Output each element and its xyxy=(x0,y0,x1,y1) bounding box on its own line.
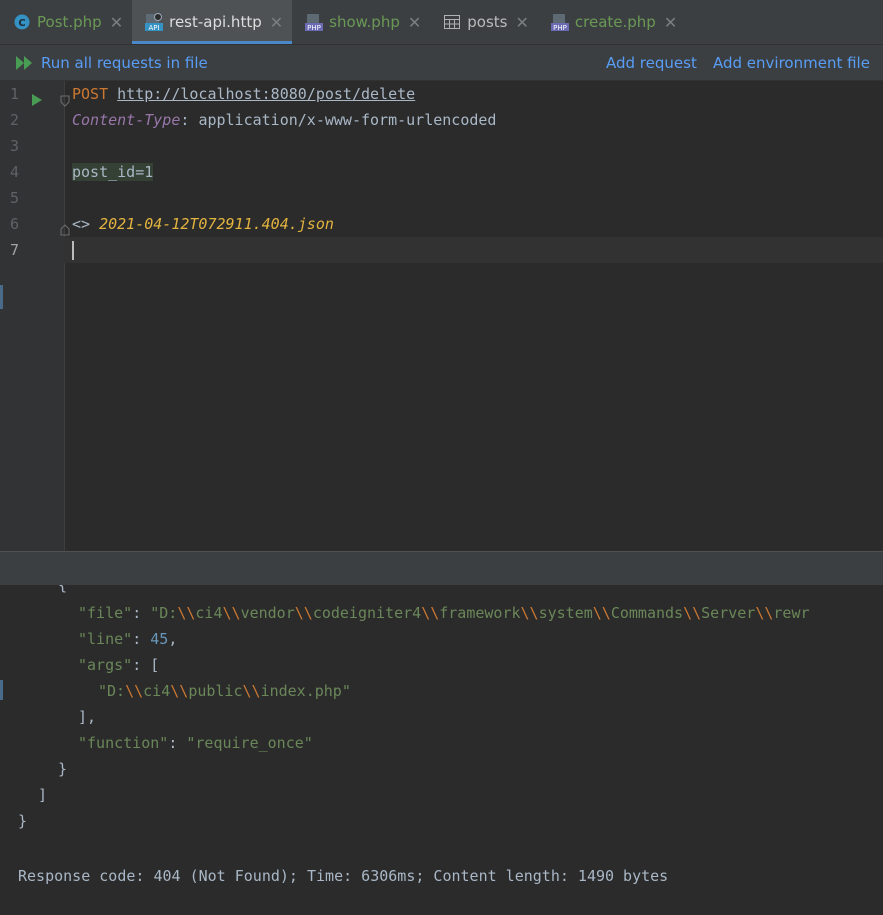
scroll-marker xyxy=(0,680,3,700)
tab-label: Post.php xyxy=(37,13,102,31)
editor-line: 7 xyxy=(0,237,883,263)
php-file-icon: PHP xyxy=(305,13,324,31)
tab-label: rest-api.http xyxy=(169,13,262,31)
close-icon[interactable]: ✕ xyxy=(110,13,123,32)
php-class-icon: C xyxy=(13,13,31,31)
http-client-toolbar: Run all requests in file Add request Add… xyxy=(0,45,883,81)
console-line: "file": "D:\\ci4\\vendor\\codeigniter4\\… xyxy=(78,604,810,622)
tab-posts[interactable]: posts ✕ xyxy=(430,0,538,44)
line-number: 5 xyxy=(10,189,20,207)
table-icon xyxy=(443,13,461,31)
run-all-icon xyxy=(16,55,33,70)
run-all-requests-button[interactable]: Run all requests in file xyxy=(16,45,208,80)
editor-line: 5 xyxy=(0,185,883,211)
response-ref-prefix: <> xyxy=(72,215,100,233)
panel-splitter[interactable] xyxy=(0,551,883,586)
console-line: { xyxy=(58,585,68,594)
close-icon[interactable]: ✕ xyxy=(408,13,421,32)
add-environment-file-link[interactable]: Add environment file xyxy=(713,45,870,80)
editor-line: 3 xyxy=(0,133,883,159)
response-file-link[interactable]: 2021-04-12T072911.404.json xyxy=(99,215,334,233)
svg-text:C: C xyxy=(18,18,25,29)
scroll-marker xyxy=(0,285,3,309)
svg-text:PHP: PHP xyxy=(307,24,321,31)
tab-rest-api-http[interactable]: API rest-api.http ✕ xyxy=(132,0,293,44)
request-url[interactable]: http://localhost:8080/post/delete xyxy=(117,85,415,103)
header-value: application/x-www-form-urlencoded xyxy=(198,111,497,129)
line-number: 6 xyxy=(10,215,20,233)
close-icon[interactable]: ✕ xyxy=(664,13,677,32)
editor-line: 2 Content-Type: application/x-www-form-u… xyxy=(0,107,883,133)
http-file-editor[interactable]: 1 POST http://localhost:8080/post/delete… xyxy=(0,81,883,551)
console-line: } xyxy=(58,760,68,778)
line-number: 2 xyxy=(10,111,20,129)
tab-create-php[interactable]: PHP create.php ✕ xyxy=(538,0,686,44)
editor-tab-bar: C Post.php ✕ API rest-api.http ✕ PHP sho… xyxy=(0,0,883,45)
editor-line: 6 <> 2021-04-12T072911.404.json xyxy=(0,211,883,237)
run-all-label: Run all requests in file xyxy=(41,53,208,72)
svg-text:API: API xyxy=(149,24,160,31)
close-icon[interactable]: ✕ xyxy=(515,13,528,32)
console-line: ], xyxy=(78,708,97,726)
header-name: Content-Type xyxy=(72,111,181,129)
editor-line: 4 post_id=1 xyxy=(0,159,883,185)
console-line: "function": "require_once" xyxy=(78,734,313,752)
editor-line: 1 POST http://localhost:8080/post/delete xyxy=(0,81,883,107)
response-status-line: Response code: 404 (Not Found); Time: 63… xyxy=(18,867,669,885)
response-console[interactable]: { "file": "D:\\ci4\\vendor\\codeigniter4… xyxy=(0,585,883,915)
console-line: ] xyxy=(38,786,48,804)
line-number: 3 xyxy=(10,137,20,155)
console-line: "args": [ xyxy=(78,656,160,674)
text-caret xyxy=(72,241,74,260)
header-separator: : xyxy=(180,111,199,129)
console-line: "D:\\ci4\\public\\index.php" xyxy=(98,682,351,700)
close-icon[interactable]: ✕ xyxy=(270,13,283,32)
request-body: post_id=1 xyxy=(72,163,154,181)
console-line: "line": 45, xyxy=(78,630,178,648)
request-method: POST xyxy=(72,85,109,103)
line-number: 7 xyxy=(10,241,20,259)
line-number: 1 xyxy=(10,85,20,103)
add-request-link[interactable]: Add request xyxy=(606,45,697,80)
svg-text:PHP: PHP xyxy=(553,24,567,31)
api-file-icon: API xyxy=(145,13,164,31)
tab-label: posts xyxy=(467,13,508,31)
console-line: } xyxy=(18,812,28,830)
tab-label: create.php xyxy=(574,13,656,31)
tab-post-php[interactable]: C Post.php ✕ xyxy=(0,0,132,44)
tab-show-php[interactable]: PHP show.php ✕ xyxy=(292,0,430,44)
php-file-icon: PHP xyxy=(550,13,569,31)
tab-label: show.php xyxy=(329,13,400,31)
line-number: 4 xyxy=(10,163,20,181)
